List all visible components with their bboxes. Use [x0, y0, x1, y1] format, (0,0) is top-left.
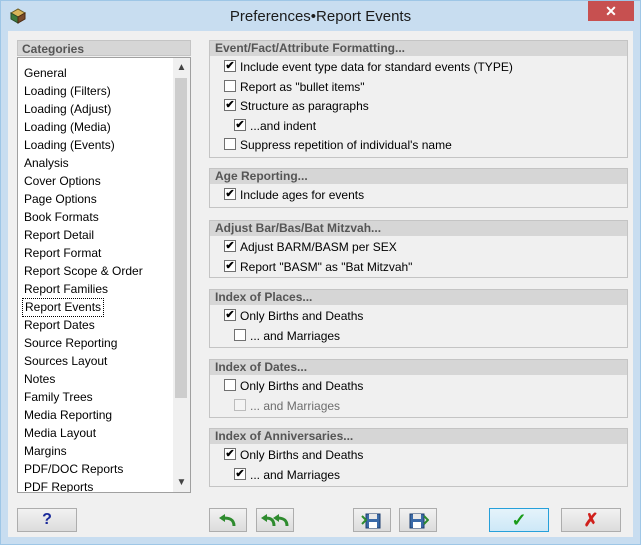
category-item[interactable]: Margins: [24, 443, 67, 460]
category-item[interactable]: Sources Layout: [24, 353, 107, 370]
option-label: ... and Marriages: [250, 398, 341, 413]
option-checkbox[interactable]: ✔: [224, 60, 236, 72]
category-item[interactable]: Loading (Filters): [24, 83, 111, 100]
cancel-x-icon: ✗: [583, 510, 599, 530]
option-checkbox[interactable]: [224, 79, 236, 92]
category-item[interactable]: Analysis: [24, 155, 69, 172]
age-reporting-section: Age Reporting... ✔ Include ages for event…: [209, 168, 628, 208]
option-checkbox[interactable]: [224, 138, 236, 150]
categories-header: Categories: [17, 40, 191, 56]
formatting-section: Event/Fact/Attribute Formatting... ✔ Incl…: [209, 40, 628, 158]
scroll-up-icon[interactable]: ▲: [173, 59, 190, 76]
option-label: Structure as paragraphs: [240, 99, 369, 113]
category-item[interactable]: Book Formats: [24, 209, 99, 226]
category-item[interactable]: Report Events: [21, 298, 105, 317]
category-item[interactable]: Media Reporting: [24, 407, 112, 424]
category-item[interactable]: Report Families: [24, 281, 108, 298]
option-label: ... and Marriages: [250, 328, 341, 343]
categories-list[interactable]: General Loading (Filters) Loading (Adjust)…: [17, 57, 191, 493]
option-checkbox[interactable]: [234, 328, 246, 341]
categories-scrollbar[interactable]: ▲ ▼: [173, 58, 190, 492]
undo-button[interactable]: [209, 508, 247, 532]
category-item[interactable]: Cover Options: [24, 173, 101, 190]
option-label: Include ages for events: [240, 188, 365, 202]
option-label: ...and indent: [250, 118, 317, 133]
formatting-header: Event/Fact/Attribute Formatting...: [210, 41, 627, 56]
category-item[interactable]: Report Scope & Order: [24, 263, 143, 280]
category-item[interactable]: Notes: [24, 371, 55, 388]
scroll-thumb[interactable]: [175, 78, 187, 398]
option-label: Adjust BARM/BASM per SEX: [240, 240, 397, 254]
category-item[interactable]: PDF/DOC Reports: [24, 461, 123, 478]
close-button[interactable]: ✕: [588, 1, 634, 21]
index-anniversaries-header: Index of Anniversaries...: [210, 429, 627, 444]
load-defaults-button[interactable]: [399, 508, 437, 532]
option-checkbox[interactable]: ✔: [224, 188, 236, 200]
window-title: Preferences•Report Events: [229, 8, 412, 25]
option-checkbox[interactable]: ✔: [224, 259, 236, 272]
option-label: Include event type data for standard eve…: [240, 60, 513, 74]
option-label: Report as "bullet items": [240, 79, 365, 94]
option-label: Only Births and Deaths: [240, 379, 364, 393]
index-places-header: Index of Places...: [210, 290, 627, 305]
help-label: ?: [42, 511, 52, 528]
help-button[interactable]: ?: [17, 508, 77, 532]
age-reporting-header: Age Reporting...: [210, 169, 627, 184]
save-disk-icon: [361, 513, 381, 529]
mitzvah-header: Adjust Bar/Bas/Bat Mitzvah...: [210, 221, 627, 236]
save-defaults-button[interactable]: [353, 508, 391, 532]
option-checkbox[interactable]: ✔: [234, 467, 246, 480]
title-bar[interactable]: Preferences•Report Events ✕: [1, 1, 640, 31]
undo-all-button[interactable]: [256, 508, 294, 532]
category-item[interactable]: Report Dates: [24, 317, 95, 334]
option-label: Only Births and Deaths: [240, 448, 364, 462]
scroll-down-icon[interactable]: ▼: [173, 474, 190, 491]
option-label: Only Births and Deaths: [240, 309, 364, 323]
category-item[interactable]: Family Trees: [24, 389, 93, 406]
option-checkbox[interactable]: ✔: [234, 118, 246, 131]
undo-all-arrow-icon: [261, 513, 289, 526]
category-item[interactable]: Page Options: [24, 191, 97, 208]
option-label: Suppress repetition of individual's name: [240, 138, 452, 152]
dialog-body: Categories General Loading (Filters) Loadi…: [8, 31, 633, 537]
option-checkbox[interactable]: [224, 379, 236, 391]
preferences-window: Preferences•Report Events ✕ Categories G…: [0, 0, 641, 545]
ok-button[interactable]: ✓: [489, 508, 549, 532]
cancel-button[interactable]: ✗: [561, 508, 621, 532]
index-dates-header: Index of Dates...: [210, 360, 627, 375]
load-disk-icon: [409, 513, 430, 529]
ok-check-icon: ✓: [511, 510, 527, 530]
category-item[interactable]: Report Format: [24, 245, 101, 262]
category-item[interactable]: Media Layout: [24, 425, 96, 442]
category-item[interactable]: PDF Reports: [24, 479, 93, 492]
option-label: Report "BASM" as "Bat Mitzvah": [240, 259, 413, 274]
mitzvah-section: Adjust Bar/Bas/Bat Mitzvah... ✔ Adjust BA…: [209, 220, 628, 278]
category-item[interactable]: Loading (Events): [24, 137, 115, 154]
undo-arrow-icon: [219, 513, 236, 526]
option-checkbox[interactable]: ✔: [224, 309, 236, 321]
category-item[interactable]: General: [24, 65, 67, 82]
index-places-section: Index of Places... ✔ Only Births and Deat…: [209, 289, 628, 348]
category-item[interactable]: Report Detail: [24, 227, 94, 244]
category-item[interactable]: Loading (Media): [24, 119, 111, 136]
category-item[interactable]: Loading (Adjust): [24, 101, 111, 118]
option-checkbox[interactable]: ✔: [224, 448, 236, 460]
category-item[interactable]: Source Reporting: [24, 335, 117, 352]
index-anniversaries-section: Index of Anniversaries... ✔ Only Births a…: [209, 428, 628, 487]
option-label: ... and Marriages: [250, 467, 341, 482]
option-checkbox[interactable]: ✔: [224, 240, 236, 252]
option-checkbox[interactable]: ✔: [224, 99, 236, 111]
index-dates-section: Index of Dates... Only Births and Deaths…: [209, 359, 628, 418]
option-checkbox[interactable]: [234, 398, 246, 411]
